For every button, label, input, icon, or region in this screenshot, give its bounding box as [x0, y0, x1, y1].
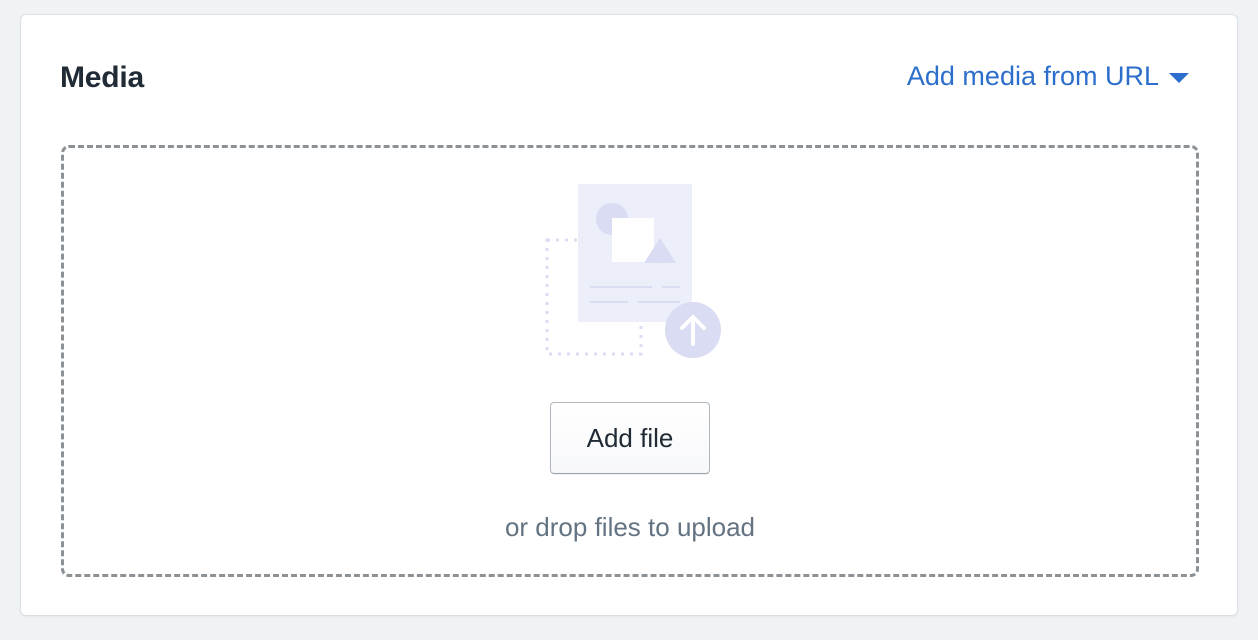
card-title: Media: [60, 61, 145, 94]
caret-down-icon: [1169, 72, 1189, 83]
image-upload-icon: [545, 184, 721, 358]
media-card: Media Add media from URL Add file or dro…: [20, 14, 1238, 616]
add-file-button[interactable]: Add file: [550, 402, 710, 474]
add-media-from-url-button[interactable]: Add media from URL: [907, 61, 1189, 92]
drop-files-hint: or drop files to upload: [504, 512, 756, 542]
add-media-from-url-label: Add media from URL: [906, 61, 1159, 91]
file-dropzone[interactable]: Add file or drop files to upload: [61, 145, 1199, 577]
